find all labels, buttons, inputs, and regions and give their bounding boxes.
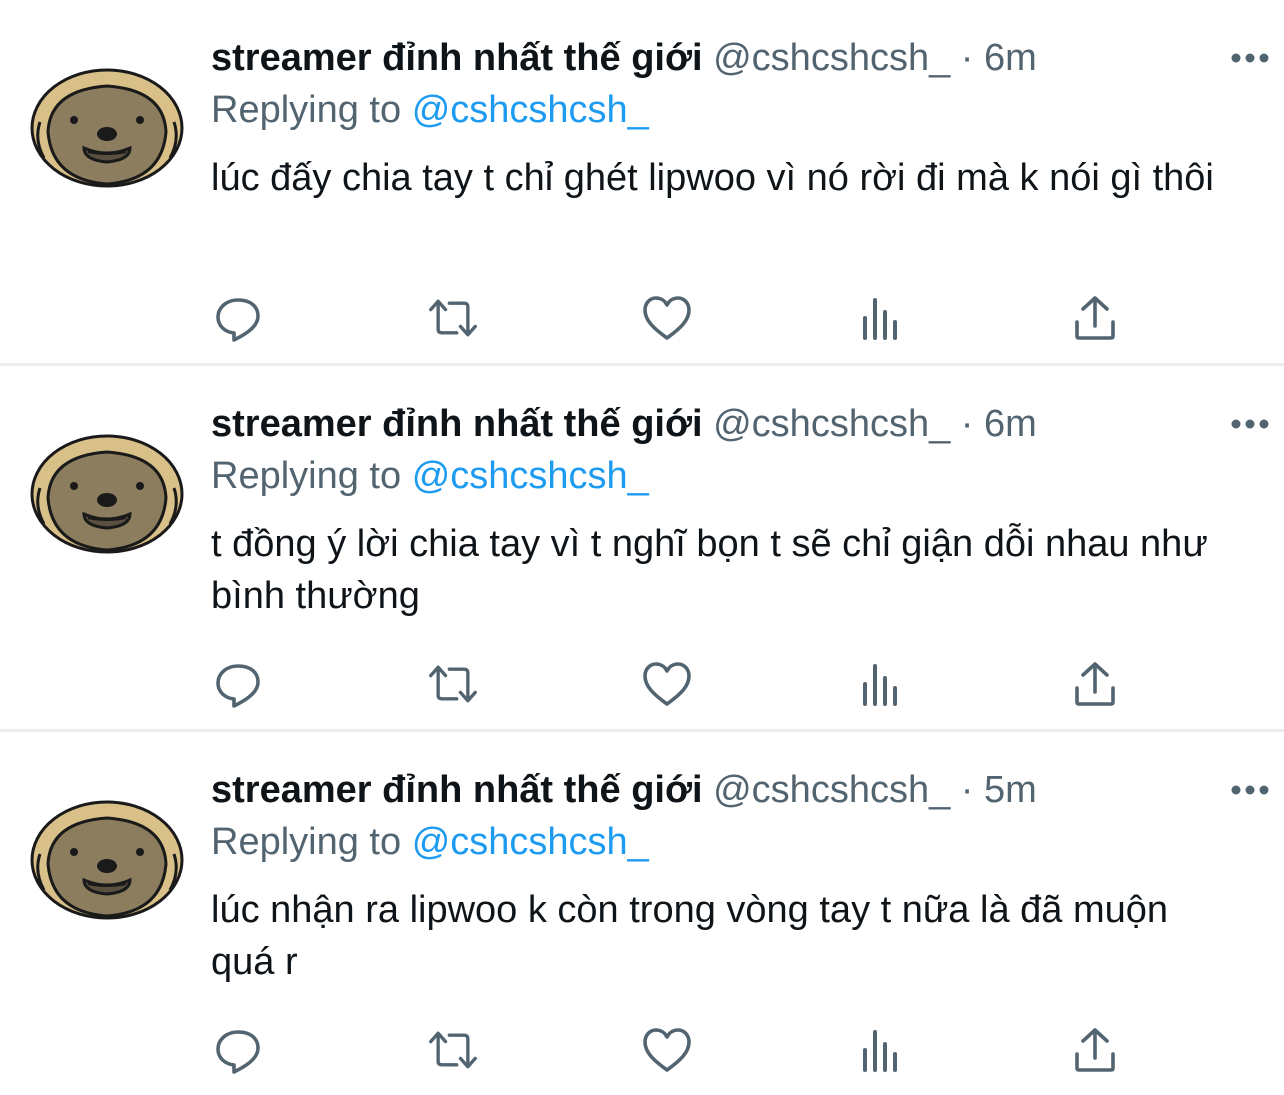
tweet-actions <box>0 1022 1284 1078</box>
tweet-header: streamer đỉnh nhất thế giới @cshcshcsh_ … <box>211 766 1251 814</box>
tweet[interactable]: streamer đỉnh nhất thế giới @cshcshcsh_ … <box>0 0 1284 363</box>
display-name[interactable]: streamer đỉnh nhất thế giới <box>211 769 703 811</box>
share-button[interactable] <box>1067 656 1123 712</box>
tweet-header: streamer đỉnh nhất thế giới @cshcshcsh_ … <box>211 34 1251 82</box>
retweet-icon <box>429 299 477 337</box>
tweet-header: streamer đỉnh nhất thế giới @cshcshcsh_ … <box>211 400 1251 448</box>
display-name[interactable]: streamer đỉnh nhất thế giới <box>211 37 703 79</box>
display-name[interactable]: streamer đỉnh nhất thế giới <box>211 403 703 445</box>
tweet[interactable]: streamer đỉnh nhất thế giới @cshcshcsh_ … <box>0 366 1284 729</box>
share-button[interactable] <box>1067 1022 1123 1078</box>
more-options-icon[interactable] <box>1230 46 1270 70</box>
like-icon <box>643 296 691 340</box>
tweet-actions <box>0 290 1284 346</box>
separator-dot: · <box>960 403 974 445</box>
share-button[interactable] <box>1067 290 1123 346</box>
tweet-text: lúc đấy chia tay t chỉ ghét lipwoo vì nó… <box>211 157 1214 199</box>
avatar-image <box>30 800 184 920</box>
like-icon <box>643 662 691 706</box>
avatar-image <box>30 434 184 554</box>
analytics-button[interactable] <box>853 1022 909 1078</box>
tweet-actions <box>0 656 1284 712</box>
replying-mention-link[interactable]: @cshcshcsh_ <box>412 89 649 131</box>
analytics-icon <box>863 298 897 340</box>
reply-button[interactable] <box>210 290 266 346</box>
retweet-button[interactable] <box>425 1022 481 1078</box>
share-icon <box>1075 662 1115 706</box>
user-handle[interactable]: @cshcshcsh_ <box>713 403 950 445</box>
like-button[interactable] <box>639 656 695 712</box>
reply-icon <box>216 1030 260 1074</box>
share-icon <box>1075 296 1115 340</box>
analytics-button[interactable] <box>853 656 909 712</box>
reply-button[interactable] <box>210 1022 266 1078</box>
avatar-image <box>30 68 184 188</box>
reply-icon <box>216 664 260 708</box>
separator-dot: · <box>960 37 974 79</box>
timeline: streamer đỉnh nhất thế giới @cshcshcsh_ … <box>0 0 1284 1095</box>
replying-mention-link[interactable]: @cshcshcsh_ <box>412 821 649 863</box>
tweet-text: lúc nhận ra lipwoo k còn trong vòng tay … <box>211 889 1169 983</box>
like-icon <box>643 1028 691 1072</box>
replying-label: Replying to <box>211 821 402 863</box>
reply-button[interactable] <box>210 656 266 712</box>
replying-to: Replying to @cshcshcsh_ <box>211 452 649 500</box>
timestamp[interactable]: 6m <box>984 403 1037 445</box>
analytics-icon <box>863 664 897 706</box>
replying-label: Replying to <box>211 89 402 131</box>
avatar[interactable] <box>30 62 184 190</box>
avatar[interactable] <box>30 794 184 922</box>
replying-label: Replying to <box>211 455 402 497</box>
retweet-icon <box>429 665 477 703</box>
timestamp[interactable]: 6m <box>984 37 1037 79</box>
replying-to: Replying to @cshcshcsh_ <box>211 818 649 866</box>
analytics-button[interactable] <box>853 290 909 346</box>
separator-dot: · <box>960 769 974 811</box>
share-icon <box>1075 1028 1115 1072</box>
tweet-text: t đồng ý lời chia tay vì t nghĩ bọn t sẽ… <box>211 523 1208 617</box>
analytics-icon <box>863 1030 897 1072</box>
avatar[interactable] <box>30 428 184 556</box>
more-options-icon[interactable] <box>1230 412 1270 436</box>
like-button[interactable] <box>639 290 695 346</box>
retweet-icon <box>429 1031 477 1069</box>
more-options-icon[interactable] <box>1230 778 1270 802</box>
replying-to: Replying to @cshcshcsh_ <box>211 86 649 134</box>
user-handle[interactable]: @cshcshcsh_ <box>713 769 950 811</box>
retweet-button[interactable] <box>425 290 481 346</box>
replying-mention-link[interactable]: @cshcshcsh_ <box>412 455 649 497</box>
reply-icon <box>216 298 260 342</box>
user-handle[interactable]: @cshcshcsh_ <box>713 37 950 79</box>
tweet[interactable]: streamer đỉnh nhất thế giới @cshcshcsh_ … <box>0 732 1284 1095</box>
timestamp[interactable]: 5m <box>984 769 1037 811</box>
like-button[interactable] <box>639 1022 695 1078</box>
retweet-button[interactable] <box>425 656 481 712</box>
